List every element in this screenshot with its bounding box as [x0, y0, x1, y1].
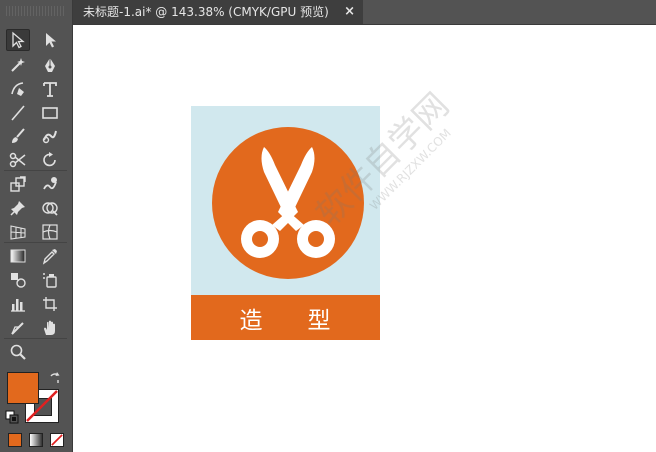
orange-circle[interactable]: [212, 127, 364, 279]
type-tool[interactable]: [38, 78, 62, 100]
direct-selection-tool[interactable]: [38, 29, 62, 51]
blend-icon: [11, 273, 26, 288]
scissors-icon[interactable]: [212, 127, 364, 279]
line-segment-tool[interactable]: [6, 102, 30, 124]
artboard-icon: [43, 297, 57, 311]
gradient-tool[interactable]: [6, 245, 30, 267]
tools-panel: [0, 0, 73, 452]
label-char-xing: 型: [307, 307, 332, 334]
warp-tool[interactable]: [38, 173, 62, 195]
default-fill-stroke-icon[interactable]: [5, 410, 19, 424]
watermark-url: WWW.RJZXW.COM: [367, 126, 454, 213]
paintbrush-tool[interactable]: [6, 125, 30, 147]
eyedropper-tool[interactable]: [38, 245, 62, 267]
type-icon: [43, 82, 57, 97]
curvature-tool[interactable]: [6, 78, 30, 100]
curvature-pen-icon: [11, 82, 24, 96]
color-mode-button[interactable]: [8, 433, 22, 447]
slice-tool[interactable]: [6, 317, 30, 339]
document-tab-bar: 未标题-1.ai* @ 143.38% (CMYK/GPU 预览) ×: [73, 0, 656, 25]
symbol-sprayer-tool[interactable]: [38, 269, 62, 291]
gradient-mode-button[interactable]: [29, 433, 43, 447]
column-graph-icon: [11, 299, 25, 312]
pin-icon: [10, 201, 25, 216]
none-mode-button[interactable]: [50, 433, 64, 447]
magic-wand-tool[interactable]: [6, 54, 30, 76]
close-tab-icon[interactable]: ×: [344, 0, 355, 24]
hand-tool[interactable]: [38, 317, 62, 339]
hand-icon: [44, 320, 55, 335]
scale-tool[interactable]: [6, 173, 30, 195]
tool-separator: [4, 338, 67, 339]
fill-color-swatch[interactable]: [7, 372, 39, 404]
label-bar[interactable]: 造 型: [191, 295, 380, 340]
symbol-sprayer-icon: [43, 273, 57, 288]
scissors-icon: [9, 152, 26, 168]
scale-icon: [10, 176, 26, 192]
mesh-icon: [42, 224, 58, 240]
canvas[interactable]: 造 型 软件自学网 WWW.RJZXW.COM: [73, 25, 656, 452]
warp-icon: [43, 177, 57, 190]
artboard-tool[interactable]: [38, 293, 62, 315]
scissors-tool[interactable]: [6, 149, 30, 171]
gradient-icon: [10, 249, 26, 263]
rectangle-icon: [42, 107, 58, 119]
slice-icon: [11, 322, 24, 335]
column-graph-tool[interactable]: [6, 293, 30, 315]
eyedropper-icon: [42, 249, 57, 265]
shaper-icon: [42, 130, 57, 144]
artwork-group[interactable]: 造 型: [191, 106, 380, 340]
perspective-grid-tool[interactable]: [6, 221, 30, 243]
blend-tool[interactable]: [6, 269, 30, 291]
rectangle-tool[interactable]: [38, 102, 62, 124]
pen-icon: [45, 58, 55, 72]
perspective-grid-icon: [10, 225, 26, 240]
arrow-outline-icon: [12, 31, 25, 49]
tool-separator: [4, 242, 67, 243]
zoom-icon: [10, 344, 26, 360]
puppet-warp-tool[interactable]: [6, 197, 30, 219]
shaper-tool[interactable]: [38, 125, 62, 147]
zoom-tool[interactable]: [6, 341, 30, 363]
brush-icon: [12, 128, 25, 143]
rotate-icon: [43, 152, 56, 167]
panel-grip[interactable]: [6, 6, 66, 16]
shape-builder-tool[interactable]: [38, 197, 62, 219]
label-char-zao: 造: [239, 307, 264, 334]
shape-builder-icon: [42, 202, 58, 216]
mesh-tool[interactable]: [38, 221, 62, 243]
swap-fill-stroke-icon[interactable]: [48, 371, 62, 385]
tool-separator: [4, 170, 67, 171]
document-tab-title: 未标题-1.ai* @ 143.38% (CMYK/GPU 预览): [83, 5, 329, 19]
pen-tool[interactable]: [38, 54, 62, 76]
line-icon: [11, 105, 25, 121]
document-tab[interactable]: 未标题-1.ai* @ 143.38% (CMYK/GPU 预览) ×: [73, 0, 363, 24]
arrow-filled-icon: [46, 33, 56, 48]
magic-wand-icon: [11, 58, 25, 72]
rotate-tool[interactable]: [38, 149, 62, 171]
selection-tool[interactable]: [6, 29, 30, 51]
